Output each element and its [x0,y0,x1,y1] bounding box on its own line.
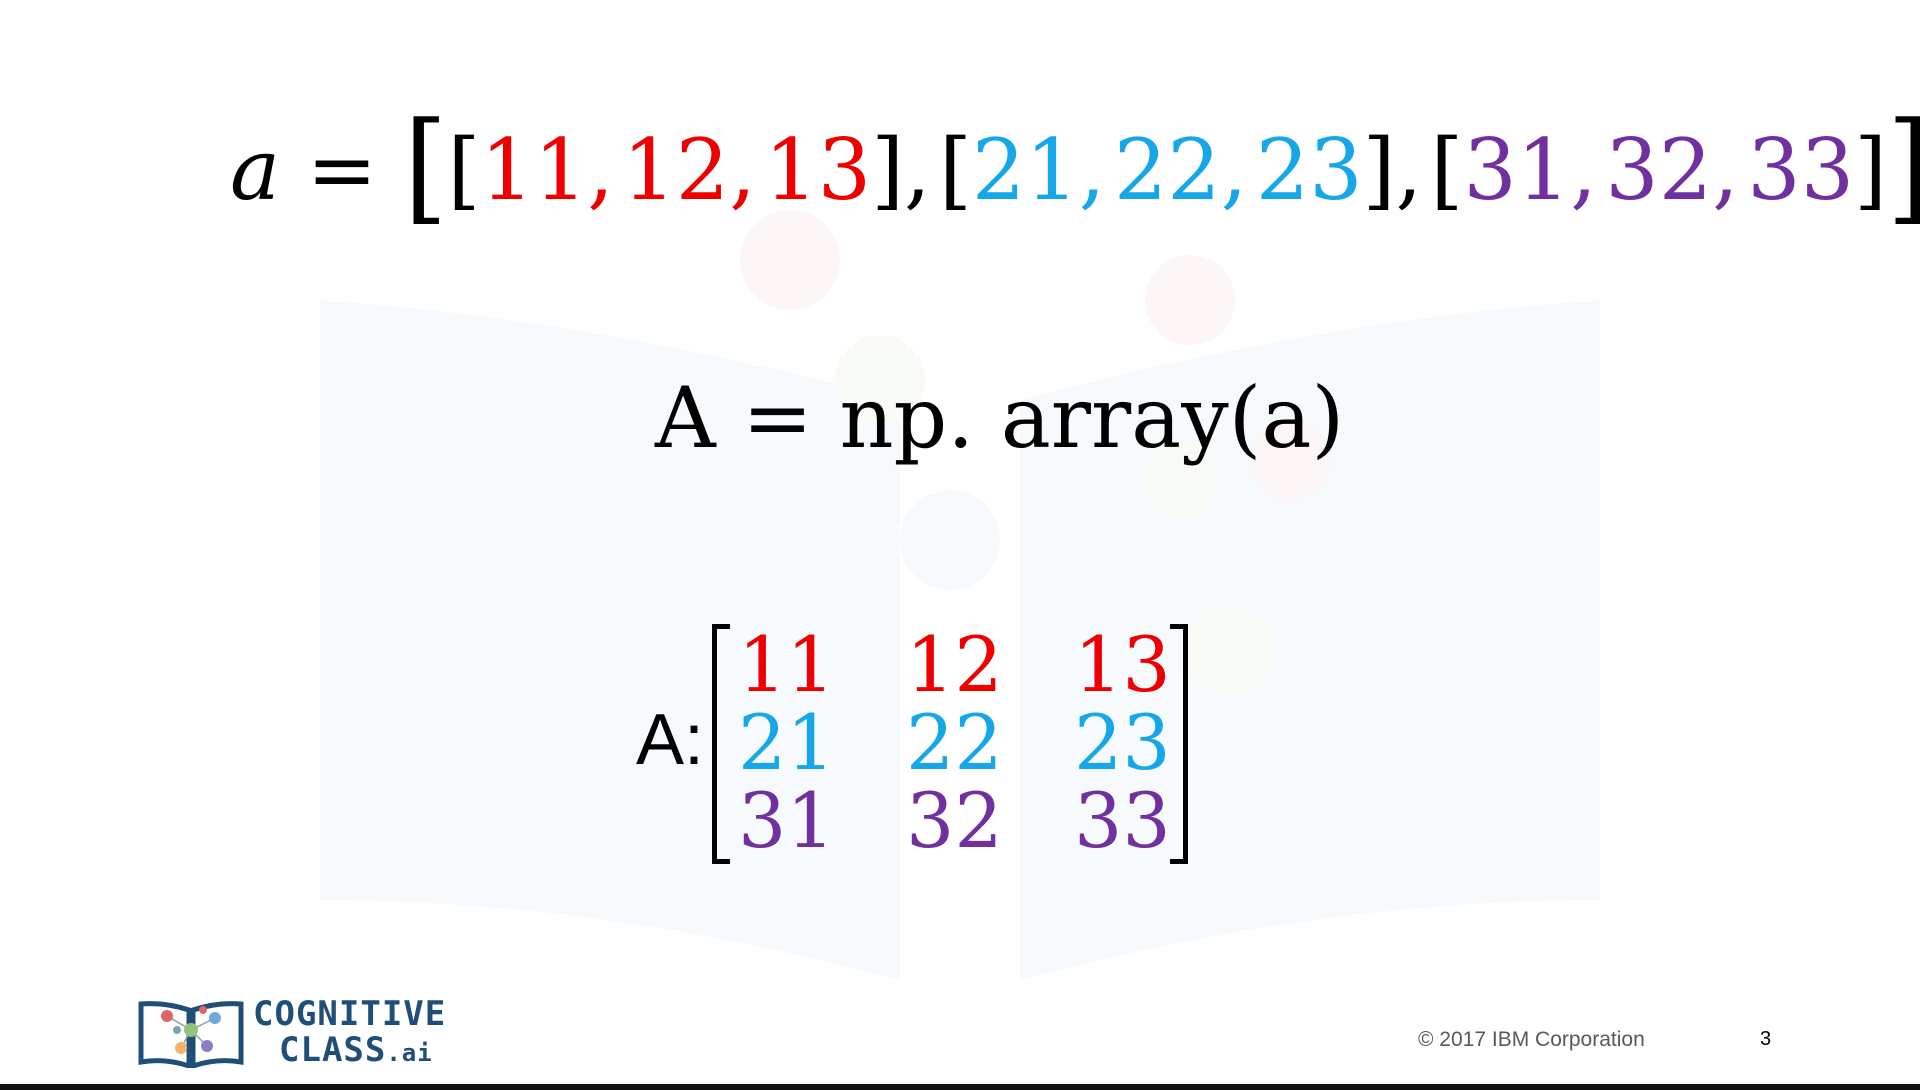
matrix-left-bracket [712,624,730,864]
matrix-cell: 32 [906,776,1003,865]
inner-close-bracket: ] [1362,121,1396,219]
list-row3-item: 31 [1463,121,1571,219]
matrix-cell: 22 [906,698,1003,787]
equals-sign: = [306,121,378,219]
list-row2-item: 22 [1113,121,1221,219]
inner-open-bracket: [ [939,121,972,219]
book-network-icon [138,1001,244,1070]
comma: , [1220,121,1248,219]
list-row1-item: 12 [622,121,730,219]
list-row3-item: 33 [1747,121,1855,219]
slide: a = [[11, 12, 13], [21, 22, 23], [31, 32… [0,0,1920,1090]
matrix-cell: 31 [738,776,835,865]
logo-line2: CLASS.ai [253,1032,446,1071]
logo-ai-suffix: .ai [386,1039,433,1067]
comma: , [1078,121,1106,219]
matrix-cell: 23 [1074,698,1171,787]
outer-close-bracket: ] [1887,107,1920,228]
comma: , [903,121,931,219]
inner-close-bracket: ] [1854,121,1887,219]
np-array-expression: A = np. array(a) [655,369,1345,467]
list-row1-item: 13 [764,121,872,219]
matrix: 11 12 13 21 22 23 31 32 33 [708,618,1188,870]
logo-line1: COGNITIVE [253,994,447,1034]
copyright-text: © 2017 IBM Corporation [1418,1028,1645,1051]
cognitive-class-logo: COGNITIVE CLASS.ai [137,996,467,1071]
matrix-cell: 11 [738,620,835,709]
page-number: 3 [1760,1028,1772,1050]
list-row2-item: 23 [1255,121,1363,219]
inner-open-bracket: [ [1430,121,1464,219]
matrix-cell: 33 [1074,776,1171,865]
comma: , [1395,121,1423,219]
comma: , [729,121,756,219]
comma: , [587,121,614,219]
comma: , [1570,121,1597,219]
comma: , [1712,121,1739,219]
bottom-border [0,1084,1920,1090]
list-variable: a [230,121,281,219]
logo-class: CLASS [279,1030,387,1070]
matrix-label: A: [636,700,705,780]
matrix-cell: 12 [906,620,1003,709]
inner-close-bracket: ] [871,121,904,219]
list-row1-item: 11 [480,121,588,219]
inner-open-bracket: [ [447,121,481,219]
outer-open-bracket: [ [403,96,448,238]
list-row3-item: 32 [1605,121,1713,219]
list-row2-item: 21 [971,121,1079,219]
matrix-cell: 13 [1074,620,1171,709]
logo-wordmark: COGNITIVE CLASS.ai [253,996,446,1071]
matrix-cell: 21 [738,698,835,787]
